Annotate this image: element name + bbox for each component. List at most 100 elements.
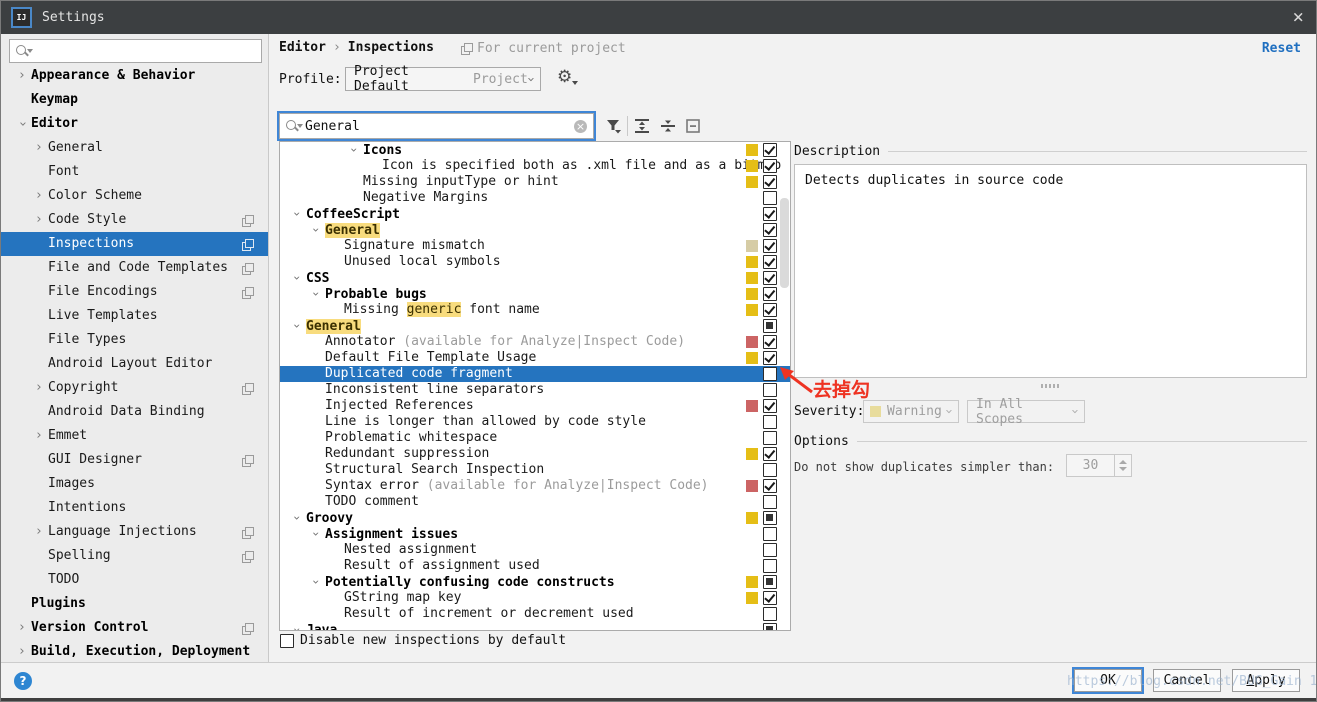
inspection-checkbox[interactable] — [763, 607, 777, 621]
sidebar-item-todo[interactable]: TODO — [1, 568, 269, 592]
filter-icon[interactable] — [605, 115, 623, 137]
sidebar-item-android-layout-editor[interactable]: Android Layout Editor — [1, 352, 269, 376]
inspection-checkbox[interactable] — [763, 527, 777, 541]
scope-dropdown[interactable]: In All Scopes › — [967, 400, 1085, 423]
tree-row-signature-mismatch[interactable]: Signature mismatch — [280, 238, 790, 254]
sidebar-item-file-encodings[interactable]: File Encodings — [1, 280, 269, 304]
tree-row-nested-assignment[interactable]: Nested assignment — [280, 542, 790, 558]
remove-inspection-icon[interactable] — [685, 115, 701, 137]
gear-icon[interactable]: ⚙ — [557, 67, 572, 87]
chevron-down-icon[interactable]: › — [308, 285, 324, 303]
splitter-handle[interactable] — [1041, 384, 1059, 388]
chevron-right-icon[interactable]: › — [13, 640, 31, 664]
sidebar-item-live-templates[interactable]: Live Templates — [1, 304, 269, 328]
chevron-down-icon[interactable]: › — [308, 573, 324, 591]
inspection-checkbox[interactable] — [763, 207, 777, 221]
inspection-checkbox[interactable] — [763, 351, 777, 365]
chevron-down-icon[interactable]: › — [346, 141, 362, 159]
sidebar-item-build-execution-deployment[interactable]: ›Build, Execution, Deployment — [1, 640, 269, 664]
ok-button[interactable]: OK — [1074, 669, 1142, 692]
expand-all-icon[interactable] — [633, 115, 651, 137]
sidebar-item-keymap[interactable]: Keymap — [1, 88, 269, 112]
inspection-checkbox[interactable] — [763, 575, 777, 589]
chevron-down-icon[interactable]: › — [308, 221, 324, 239]
inspection-checkbox[interactable] — [763, 463, 777, 477]
tree-row-result-of-assignment-used[interactable]: Result of assignment used — [280, 558, 790, 574]
inspection-checkbox[interactable] — [763, 479, 777, 493]
inspection-checkbox[interactable] — [763, 143, 777, 157]
chevron-down-icon[interactable]: › — [289, 621, 305, 631]
chevron-right-icon[interactable]: › — [30, 424, 48, 448]
inspection-checkbox[interactable] — [763, 303, 777, 317]
inspection-checkbox[interactable] — [763, 495, 777, 509]
tree-scrollbar[interactable] — [780, 198, 789, 288]
duplicates-threshold-spinner[interactable]: 30 — [1066, 454, 1132, 477]
inspection-checkbox[interactable] — [763, 447, 777, 461]
sidebar-item-android-data-binding[interactable]: Android Data Binding — [1, 400, 269, 424]
sidebar-item-file-types[interactable]: File Types — [1, 328, 269, 352]
inspection-checkbox[interactable] — [763, 591, 777, 605]
sidebar-item-code-style[interactable]: ›Code Style — [1, 208, 269, 232]
tree-row-java[interactable]: ›Java — [280, 622, 790, 631]
inspection-checkbox[interactable] — [763, 159, 777, 173]
inspection-checkbox[interactable] — [763, 175, 777, 189]
sidebar-item-color-scheme[interactable]: ›Color Scheme — [1, 184, 269, 208]
tree-row-unused-local-symbols[interactable]: Unused local symbols — [280, 254, 790, 270]
tree-row-problematic-whitespace[interactable]: Problematic whitespace — [280, 430, 790, 446]
apply-button[interactable]: Apply — [1232, 669, 1300, 692]
tree-row-todo-comment[interactable]: TODO comment — [280, 494, 790, 510]
reset-link[interactable]: Reset — [1262, 41, 1301, 56]
tree-row-negative-margins[interactable]: Negative Margins — [280, 190, 790, 206]
inspection-search-input[interactable]: General × — [279, 113, 594, 139]
inspection-checkbox[interactable] — [763, 543, 777, 557]
help-button[interactable]: ? — [14, 672, 32, 690]
inspection-checkbox[interactable] — [763, 367, 777, 381]
sidebar-item-font[interactable]: Font — [1, 160, 269, 184]
inspection-checkbox[interactable] — [763, 287, 777, 301]
inspection-checkbox[interactable] — [763, 335, 777, 349]
chevron-down-icon[interactable]: › — [308, 525, 324, 543]
chevron-right-icon[interactable]: › — [13, 616, 31, 640]
inspection-checkbox[interactable] — [763, 271, 777, 285]
sidebar-item-gui-designer[interactable]: GUI Designer — [1, 448, 269, 472]
tree-row-annotator[interactable]: Annotator (available for Analyze|Inspect… — [280, 334, 790, 350]
chevron-right-icon[interactable]: › — [30, 520, 48, 544]
disable-new-inspections-checkbox[interactable] — [280, 634, 294, 648]
tree-row-assignment-issues[interactable]: ›Assignment issues — [280, 526, 790, 542]
sidebar-item-plugins[interactable]: Plugins — [1, 592, 269, 616]
collapse-all-icon[interactable] — [659, 115, 677, 137]
sidebar-item-intentions[interactable]: Intentions — [1, 496, 269, 520]
spinner-arrows-icon[interactable] — [1114, 455, 1131, 476]
chevron-right-icon[interactable]: › — [30, 136, 48, 160]
tree-row-coffeescript[interactable]: ›CoffeeScript — [280, 206, 790, 222]
sidebar-item-general[interactable]: ›General — [1, 136, 269, 160]
inspection-checkbox[interactable] — [763, 239, 777, 253]
cancel-button[interactable]: Cancel — [1153, 669, 1221, 692]
tree-row-groovy[interactable]: ›Groovy — [280, 510, 790, 526]
tree-row-icon-is-specified-both-as-xml-file-and-as-a-bitmap[interactable]: Icon is specified both as .xml file and … — [280, 158, 790, 174]
tree-row-redundant-suppression[interactable]: Redundant suppression — [280, 446, 790, 462]
tree-row-general[interactable]: ›General — [280, 222, 790, 238]
profile-dropdown[interactable]: Project Default Project › — [345, 67, 541, 91]
chevron-down-icon[interactable]: › — [289, 205, 305, 223]
inspection-checkbox[interactable] — [763, 511, 777, 525]
sidebar-item-appearance-behavior[interactable]: ›Appearance & Behavior — [1, 64, 269, 88]
breadcrumb-editor[interactable]: Editor — [279, 40, 326, 55]
tree-row-probable-bugs[interactable]: ›Probable bugs — [280, 286, 790, 302]
sidebar-item-version-control[interactable]: ›Version Control — [1, 616, 269, 640]
sidebar-item-language-injections[interactable]: ›Language Injections — [1, 520, 269, 544]
chevron-right-icon[interactable]: › — [30, 376, 48, 400]
inspection-checkbox[interactable] — [763, 223, 777, 237]
sidebar-item-inspections[interactable]: Inspections — [1, 232, 269, 256]
inspection-checkbox[interactable] — [763, 319, 777, 333]
inspection-checkbox[interactable] — [763, 383, 777, 397]
tree-row-syntax-error[interactable]: Syntax error (available for Analyze|Insp… — [280, 478, 790, 494]
tree-row-line-is-longer-than-allowed-by-code-style[interactable]: Line is longer than allowed by code styl… — [280, 414, 790, 430]
chevron-down-icon[interactable]: › — [289, 509, 305, 527]
tree-row-injected-references[interactable]: Injected References — [280, 398, 790, 414]
tree-row-css[interactable]: ›CSS — [280, 270, 790, 286]
tree-row-potentially-confusing-code-constructs[interactable]: ›Potentially confusing code constructs — [280, 574, 790, 590]
inspection-checkbox[interactable] — [763, 399, 777, 413]
sidebar-item-images[interactable]: Images — [1, 472, 269, 496]
chevron-down-icon[interactable]: › — [10, 115, 34, 133]
